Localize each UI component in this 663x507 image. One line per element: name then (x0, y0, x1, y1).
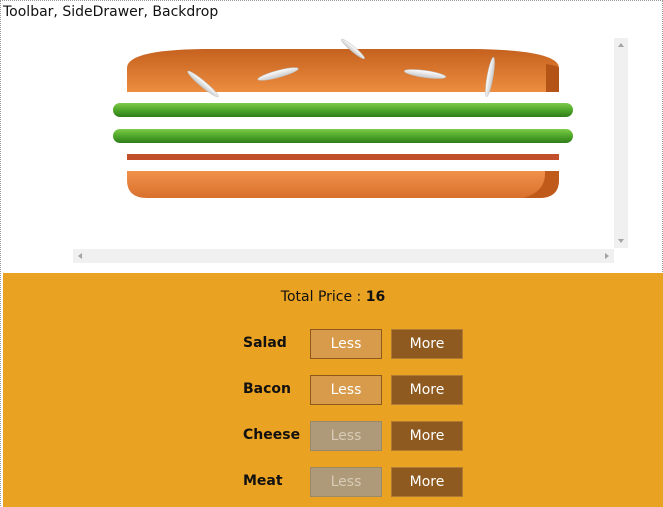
salad-more-button[interactable]: More (391, 329, 463, 359)
cheese-less-button[interactable]: Less (310, 421, 382, 451)
ingredient-label: Meat (243, 473, 283, 489)
scroll-up-arrow-icon[interactable] (618, 43, 624, 47)
cheese-more-button[interactable]: More (391, 421, 463, 451)
page-title: Toolbar, SideDrawer, Backdrop (3, 4, 219, 20)
bread-bottom (127, 171, 559, 198)
scroll-down-arrow-icon[interactable] (618, 239, 624, 243)
price-label: Total Price : (280, 289, 366, 305)
scroll-right-arrow-icon[interactable] (605, 253, 609, 259)
price-value: 16 (365, 289, 386, 305)
control-row-salad: Salad Less More (3, 329, 663, 359)
bread-top-shade (546, 64, 559, 92)
burger-graphic (113, 38, 573, 198)
vertical-scrollbar[interactable] (614, 38, 628, 248)
total-price: Total Price : 16 (3, 289, 663, 305)
salad-layer (113, 129, 573, 143)
bacon-less-button[interactable]: Less (310, 375, 382, 405)
burger-preview (3, 24, 631, 272)
horizontal-scrollbar[interactable] (73, 249, 614, 263)
ingredient-label: Bacon (243, 381, 292, 397)
salad-less-button[interactable]: Less (310, 329, 382, 359)
control-row-meat: Meat Less More (3, 467, 663, 497)
meat-more-button[interactable]: More (391, 467, 463, 497)
control-row-cheese: Cheese Less More (3, 421, 663, 451)
meat-less-button[interactable]: Less (310, 467, 382, 497)
ingredient-label: Salad (243, 335, 287, 351)
ingredient-label: Cheese (243, 427, 301, 443)
bacon-layer (127, 154, 559, 160)
control-row-bacon: Bacon Less More (3, 375, 663, 405)
build-controls: Total Price : 16 Salad Less More Bacon L… (3, 273, 663, 507)
salad-layer (113, 103, 573, 117)
bacon-more-button[interactable]: More (391, 375, 463, 405)
scroll-left-arrow-icon[interactable] (78, 253, 82, 259)
